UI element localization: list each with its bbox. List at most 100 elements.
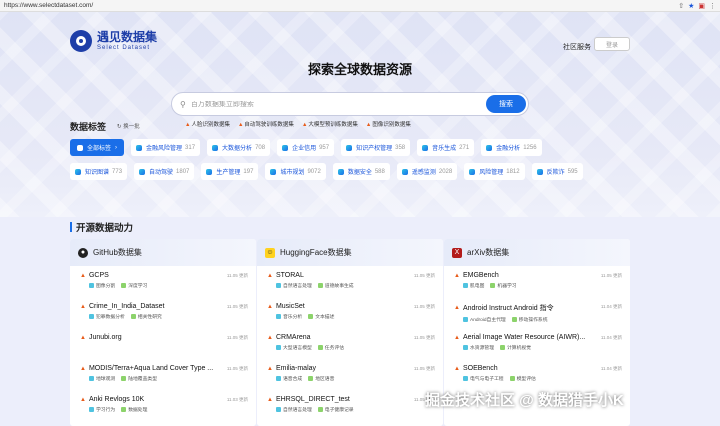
- dataset-list-item[interactable]: ▲ MusicSet 11.05 更新 音乐分析 文本描述: [257, 297, 443, 328]
- category-chip[interactable]: 陆地覆盖类型: [121, 375, 157, 382]
- category-chip[interactable]: 学习行为: [89, 406, 115, 413]
- fire-icon: ▲: [454, 334, 460, 341]
- category-chip[interactable]: 道德故事生成: [317, 282, 354, 289]
- category-chip[interactable]: 语音合成: [276, 375, 302, 382]
- hot-link[interactable]: ▲人脸识别数据集: [185, 120, 230, 128]
- category-icon: [121, 376, 127, 381]
- dataset-list-item[interactable]: ▲ Emilia-malay 11.05 更新 语音合成 地区语音: [257, 359, 443, 390]
- card-header[interactable]: XarXiv数据集: [444, 239, 630, 266]
- category-icon: [509, 376, 515, 381]
- category-chip[interactable]: 图像分割: [89, 282, 115, 289]
- dataset-name: Emilia-malay: [275, 365, 317, 372]
- category-icon: [89, 407, 94, 412]
- search-button[interactable]: 搜索: [486, 95, 526, 113]
- category-chip[interactable]: 水资源管理: [463, 344, 494, 351]
- tag-chip[interactable]: 风险管理 1812: [464, 163, 525, 180]
- dataset-list-item[interactable]: ▲ Aerial Image Water Resource (AIWR)... 11…: [444, 328, 630, 359]
- tag-icon: [486, 144, 493, 151]
- hot-link[interactable]: ▲大模型预训练数据集: [302, 120, 358, 128]
- tag-chip[interactable]: 金融分析 1256: [481, 139, 542, 156]
- category-chip[interactable]: 数据处理: [121, 406, 147, 413]
- category-chip[interactable]: 犯罪数据分析: [89, 313, 125, 320]
- category-chip[interactable]: 肌电图: [463, 282, 484, 289]
- fire-icon: ▲: [80, 365, 86, 372]
- category-chip[interactable]: 移动操作系统: [511, 316, 548, 323]
- dataset-list-item[interactable]: ▲ Anki Revlogs 10K 11.03 更新 学习行为 数据处理: [70, 390, 256, 421]
- category-chip[interactable]: 相关性研究: [130, 313, 162, 320]
- category-chip[interactable]: 自然语言处理: [276, 282, 312, 289]
- tag-row-1: 全部标签 › 金融风险管理 317 大数据分析 708 企业信用 957 知识产权管理 358 音…: [70, 139, 542, 156]
- category-icon: [276, 345, 281, 350]
- logo-title: 遇见数据集: [97, 30, 158, 44]
- category-chip[interactable]: Android自主代理: [463, 316, 506, 323]
- category-chip[interactable]: 文本描述: [308, 313, 334, 320]
- category-chip[interactable]: 音乐分析: [276, 313, 302, 320]
- dataset-list-item[interactable]: ▲ MODIS/Terra+Aqua Land Cover Type ... 11.…: [70, 359, 256, 390]
- category-icon: [463, 376, 468, 381]
- category-chip[interactable]: 机器学习: [490, 282, 517, 289]
- dataset-name: Junubi.org: [88, 334, 122, 341]
- category-icon: [308, 376, 314, 381]
- hot-link[interactable]: ▲自动驾驶训练数据集: [238, 120, 294, 128]
- tag-chip[interactable]: 大数据分析 708: [207, 139, 271, 156]
- hot-search-links: ▲人脸识别数据集 ▲自动驾驶训练数据集 ▲大模型预训练数据集 ▲图像识别数据集: [185, 120, 411, 128]
- dataset-list-item[interactable]: ▲ CRMArena 11.05 更新 大型语言模型 任务评估: [257, 328, 443, 359]
- category-chip[interactable]: 地区语音: [308, 375, 334, 382]
- dataset-list-item[interactable]: ▲ GCPS 11.05 更新 图像分割 深度学习: [70, 266, 256, 297]
- community-service-link[interactable]: 社区服务: [563, 42, 591, 52]
- tag-label: 音乐生成: [432, 146, 457, 152]
- tag-chip[interactable]: 数据安全 588: [332, 163, 390, 180]
- dataset-list-item[interactable]: ▲ SOEBench 11.04 更新 电气与电子工程 模型评估: [444, 359, 630, 390]
- card-header[interactable]: ● GitHub数据集: [70, 239, 256, 266]
- category-chip[interactable]: 电子健康记录: [317, 406, 354, 413]
- update-time: 11.05 更新: [413, 335, 435, 340]
- hot-link[interactable]: ▲图像识别数据集: [366, 120, 411, 128]
- category-icon: [276, 314, 281, 319]
- tag-count: 1256: [523, 144, 537, 151]
- category-chip[interactable]: 任务评估: [317, 344, 344, 351]
- address-bar[interactable]: https://www.selectdataset.com/: [4, 2, 678, 9]
- tag-chip[interactable]: 反欺诈 595: [531, 163, 583, 180]
- swap-batch-button[interactable]: ↻ 换一批: [117, 122, 140, 130]
- dataset-list-item[interactable]: ▲ EMGBench 11.05 更新 肌电图 机器学习: [444, 266, 630, 297]
- tag-chip[interactable]: 自动驾驶 1807: [134, 163, 195, 180]
- huggingface-icon: ☺: [265, 247, 275, 258]
- tag-chip[interactable]: 城市规划 9072: [265, 163, 326, 180]
- menu-icon[interactable]: ⋮: [709, 2, 716, 10]
- tag-chip[interactable]: 企业信用 957: [277, 139, 335, 156]
- tag-chip[interactable]: 知识图谱 773: [70, 163, 128, 180]
- tag-label: 自动驾驶: [149, 170, 174, 176]
- category-chip[interactable]: 自然语言处理: [276, 406, 312, 413]
- github-datasets-card: ● GitHub数据集 ▲ GCPS 11.05 更新 图像分割 深度学习 ▲ Crime_In…: [70, 239, 256, 426]
- bookmark-star-icon[interactable]: ★: [688, 2, 694, 10]
- card-header[interactable]: ☺ HuggingFace数据集: [257, 239, 443, 266]
- search-input[interactable]: [190, 100, 528, 108]
- tag-label: 遥感监测: [411, 170, 436, 176]
- tag-all[interactable]: 全部标签 ›: [70, 139, 125, 156]
- tag-label: 知识产权管理: [356, 146, 393, 152]
- site-logo[interactable]: 遇见数据集 Select Dataset: [70, 30, 157, 52]
- fire-icon: ▲: [185, 122, 191, 128]
- tag-chip[interactable]: 音乐生成 271: [417, 139, 475, 156]
- category-icon: [276, 376, 281, 381]
- title-accent-bar: [70, 222, 72, 232]
- tag-chip[interactable]: 遥感监测 2028: [396, 163, 458, 180]
- category-chip[interactable]: 电气与电子工程: [463, 375, 504, 382]
- dataset-list-item[interactable]: ▲ Junubi.org 11.05 更新: [70, 328, 256, 359]
- category-chip[interactable]: 地球观测: [89, 375, 115, 382]
- category-icon: [276, 407, 281, 412]
- tag-chip[interactable]: 知识产权管理 358: [341, 139, 411, 156]
- extension-icon[interactable]: ▣: [698, 2, 705, 10]
- dataset-list-item[interactable]: ▲ Crime_In_India_Dataset 11.05 更新 犯罪数据分析 相关性…: [70, 297, 256, 328]
- share-icon[interactable]: ⇧: [678, 2, 684, 10]
- tag-chip[interactable]: 金融风险管理 317: [131, 139, 201, 156]
- category-chip[interactable]: 模型评估: [509, 375, 536, 382]
- login-button[interactable]: 登录: [594, 37, 630, 51]
- dataset-list-item[interactable]: ▲ STORAL 11.05 更新 自然语言处理 道德故事生成: [257, 266, 443, 297]
- category-chip[interactable]: 深度学习: [121, 282, 147, 289]
- dataset-list-item[interactable]: ▲ Android Instruct Android 指令 11.04 更新 Andr…: [444, 297, 630, 328]
- tag-chip[interactable]: 生产管理 197: [201, 163, 259, 180]
- dataset-list-item[interactable]: ▲ EHRSQL_DIRECT_test 11.05 更新 自然语言处理 电子健康记录: [257, 390, 443, 421]
- category-chip[interactable]: 计算机视觉: [500, 344, 531, 351]
- category-chip[interactable]: 大型语言模型: [276, 344, 312, 351]
